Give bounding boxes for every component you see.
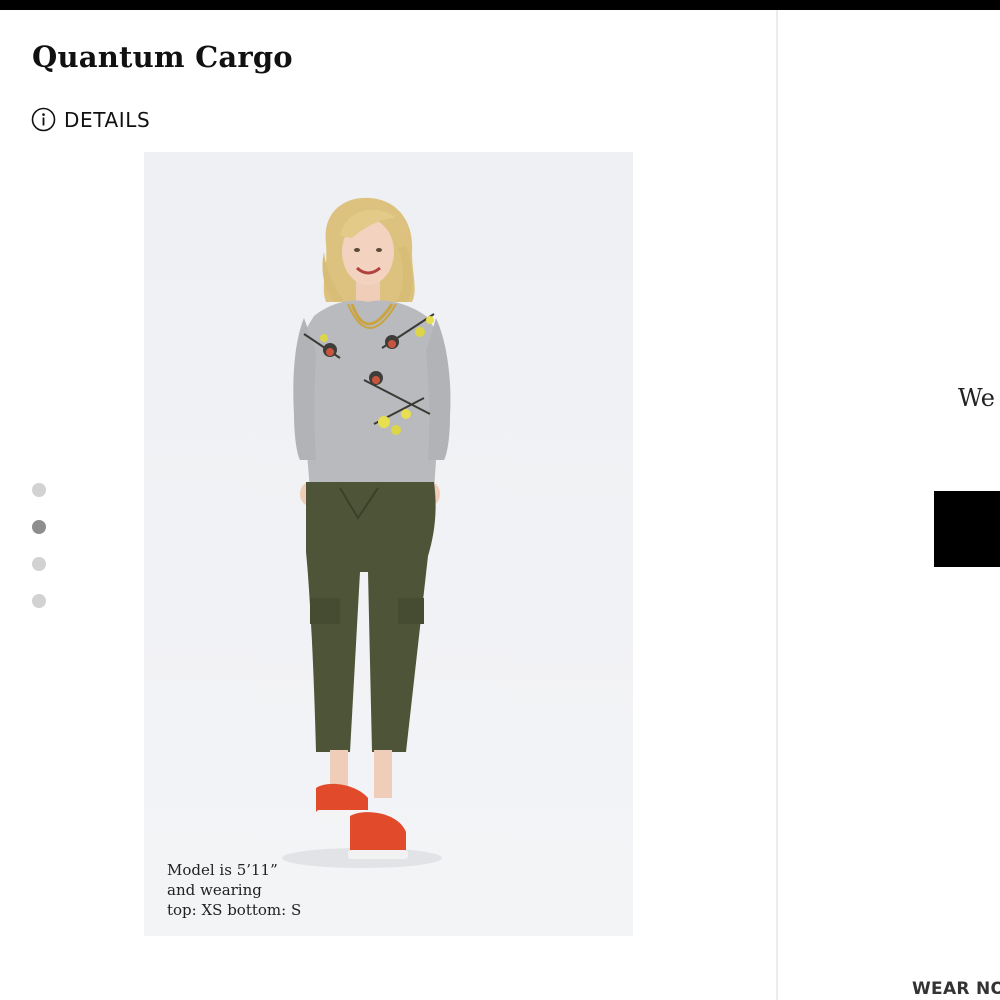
gallery-dot-4[interactable] — [32, 594, 46, 608]
model-illustration — [282, 197, 451, 868]
info-circle-icon — [31, 107, 56, 132]
caption-line-3: top: XS bottom: S — [167, 901, 302, 919]
model-size-caption: Model is 5’11” and wearing top: XS botto… — [167, 860, 301, 920]
wear-now-link[interactable]: WEAR NO — [912, 979, 1000, 999]
gallery-dot-3[interactable] — [32, 557, 46, 571]
product-title: Quantum Cargo — [32, 40, 293, 74]
gallery-dot-1[interactable] — [32, 483, 46, 497]
details-button[interactable]: DETAILS — [31, 107, 150, 132]
gallery-dot-2[interactable] — [32, 520, 46, 534]
product-image[interactable]: Model is 5’11” and wearing top: XS botto… — [144, 152, 633, 936]
panel-divider — [776, 10, 778, 1000]
details-label: DETAILS — [64, 107, 151, 132]
right-panel-text: We — [958, 384, 995, 412]
caption-line-2: and wearing — [167, 881, 262, 899]
right-panel-button[interactable] — [934, 491, 1000, 567]
gallery-pagination — [32, 483, 47, 631]
caption-line-1: Model is 5’11” — [167, 861, 278, 879]
top-bar — [0, 0, 1000, 10]
